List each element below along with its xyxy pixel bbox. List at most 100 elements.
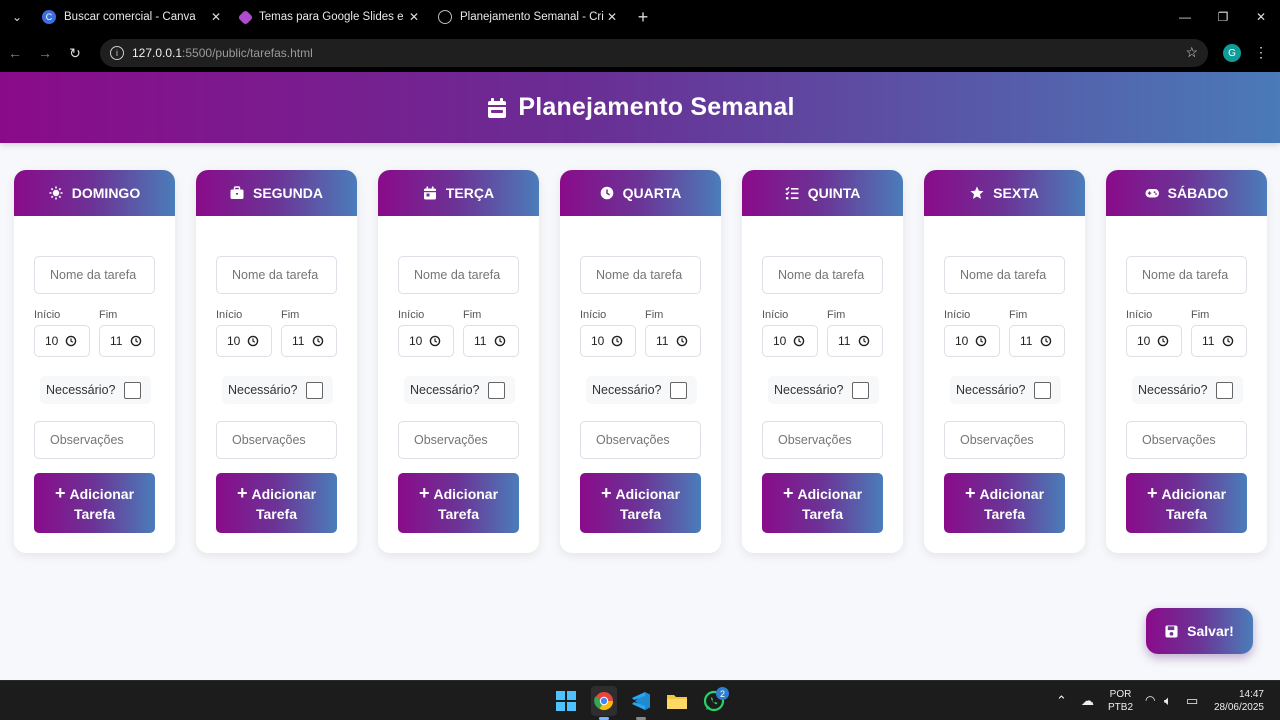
add-task-button[interactable]: + Adicionar Tarefa — [762, 473, 883, 533]
close-tab-icon[interactable]: ✕ — [208, 10, 224, 24]
notes-input[interactable] — [944, 421, 1065, 459]
add-task-button[interactable]: + Adicionar Tarefa — [944, 473, 1065, 533]
vscode-icon[interactable] — [629, 689, 653, 713]
start-time-value: 10 — [227, 334, 241, 348]
chrome-icon[interactable] — [591, 686, 617, 716]
end-time-value: 11 — [1202, 334, 1215, 348]
maximize-icon[interactable]: ❐ — [1204, 0, 1242, 34]
end-time-input[interactable]: 11 — [1191, 325, 1247, 357]
whatsapp-badge: 2 — [716, 687, 729, 700]
address-bar[interactable]: i 127.0.0.1:5500/public/tarefas.html ☆ — [100, 39, 1208, 67]
browser-toolbar: ← → ↻ i 127.0.0.1:5500/public/tarefas.ht… — [0, 34, 1280, 72]
start-time-input[interactable]: 10 — [216, 325, 272, 357]
add-task-button[interactable]: + Adicionar Tarefa — [580, 473, 701, 533]
start-time-input[interactable]: 10 — [762, 325, 818, 357]
input-language[interactable]: POR PTB2 — [1108, 688, 1133, 714]
required-label: Necessário? — [228, 383, 298, 397]
browser-tab-planejamento[interactable]: Planejamento Semanal - Criar T ✕ — [430, 0, 628, 34]
close-tab-icon[interactable]: ✕ — [604, 10, 620, 24]
plus-icon: + — [418, 482, 430, 503]
site-info-icon[interactable]: i — [110, 46, 124, 60]
start-time-input[interactable]: 10 — [1126, 325, 1182, 357]
day-name: QUINTA — [807, 185, 861, 201]
task-name-input[interactable] — [762, 256, 883, 294]
system-clock[interactable]: 14:47 28/06/2025 — [1212, 688, 1264, 714]
volume-icon[interactable]: 🔈︎ — [1164, 693, 1172, 709]
start-time-value: 10 — [45, 334, 59, 348]
minimize-icon[interactable]: — — [1166, 0, 1204, 34]
briefcase-icon — [230, 186, 244, 199]
start-time-input[interactable]: 10 — [580, 325, 636, 357]
add-task-label: Adicionar Tarefa — [251, 485, 317, 522]
day-card-sabado: SÁBADO Início Fim 10 11 Necessário? +Adi… — [1106, 170, 1267, 553]
end-time-input[interactable]: 11 — [645, 325, 701, 357]
task-name-input[interactable] — [944, 256, 1065, 294]
start-time-input[interactable]: 10 — [398, 325, 454, 357]
required-checkbox[interactable] — [124, 381, 142, 399]
clock-icon — [975, 335, 987, 347]
end-time-input[interactable]: 11 — [281, 325, 337, 357]
page-header: Planejamento Semanal — [0, 72, 1280, 143]
task-name-input[interactable] — [580, 256, 701, 294]
close-tab-icon[interactable]: ✕ — [406, 10, 422, 24]
required-checkbox[interactable] — [488, 381, 506, 399]
add-task-button[interactable]: + Adicionar Tarefa — [1126, 473, 1247, 533]
close-window-icon[interactable]: ✕ — [1242, 0, 1280, 34]
end-time-label: Fim — [463, 309, 482, 321]
profile-avatar[interactable]: G — [1223, 44, 1241, 62]
file-explorer-icon[interactable] — [665, 689, 689, 713]
forward-arrow-icon[interactable]: → — [30, 34, 60, 72]
wifi-icon[interactable]: ◠ — [1145, 693, 1155, 707]
day-card-quinta: QUINTA Início Fim 10 11 Necessário? +Adi… — [742, 170, 903, 553]
notes-input[interactable] — [34, 421, 155, 459]
notes-input[interactable] — [1126, 421, 1247, 459]
required-checkbox[interactable] — [670, 381, 688, 399]
required-checkbox[interactable] — [306, 381, 324, 399]
browser-menu-icon[interactable]: ⋮ — [1254, 44, 1268, 62]
day-name: SEGUNDA — [252, 185, 323, 201]
required-checkbox[interactable] — [1034, 381, 1052, 399]
task-name-input[interactable] — [398, 256, 519, 294]
tab-search-chevron-icon[interactable]: ⌄ — [0, 0, 34, 34]
notes-input[interactable] — [762, 421, 883, 459]
new-tab-button[interactable]: + — [628, 0, 658, 34]
end-time-input[interactable]: 11 — [463, 325, 519, 357]
start-time-input[interactable]: 10 — [34, 325, 90, 357]
clock-icon — [312, 335, 324, 347]
start-time-input[interactable]: 10 — [944, 325, 1000, 357]
task-name-input[interactable] — [1126, 256, 1247, 294]
notes-input[interactable] — [580, 421, 701, 459]
back-arrow-icon[interactable]: ← — [0, 34, 30, 72]
end-time-label: Fim — [281, 309, 300, 321]
end-time-input[interactable]: 11 — [827, 325, 883, 357]
save-button[interactable]: Salvar! — [1146, 608, 1253, 654]
list-check-icon — [784, 186, 799, 200]
add-task-button[interactable]: + Adicionar Tarefa — [34, 473, 155, 533]
day-card-domingo: DOMINGO Início Fim 10 11 Necessário? +Ad… — [14, 170, 175, 553]
bookmark-star-icon[interactable]: ☆ — [1185, 44, 1198, 61]
add-task-button[interactable]: + Adicionar Tarefa — [216, 473, 337, 533]
required-toggle: Necessário? — [768, 376, 879, 404]
reload-icon[interactable]: ↻ — [60, 34, 90, 72]
windows-start-icon[interactable] — [554, 689, 578, 713]
task-name-input[interactable] — [216, 256, 337, 294]
tray-chevron-up-icon[interactable]: ⌃ — [1056, 693, 1067, 709]
plus-icon: + — [236, 482, 248, 503]
end-time-input[interactable]: 11 — [99, 325, 155, 357]
battery-icon[interactable]: ▭ — [1186, 693, 1198, 709]
task-name-input[interactable] — [34, 256, 155, 294]
add-task-label: Adicionar Tarefa — [979, 485, 1045, 522]
notes-input[interactable] — [398, 421, 519, 459]
browser-tab-slides-themes[interactable]: Temas para Google Slides e mo ✕ — [232, 0, 430, 34]
day-name: SÁBADO — [1167, 185, 1229, 201]
onedrive-cloud-icon[interactable]: ☁ — [1081, 693, 1094, 709]
end-time-input[interactable]: 11 — [1009, 325, 1065, 357]
add-task-label: Adicionar Tarefa — [797, 485, 863, 522]
browser-tab-canva[interactable]: C Buscar comercial - Canva ✕ — [34, 0, 232, 34]
required-checkbox[interactable] — [1216, 381, 1234, 399]
required-checkbox[interactable] — [852, 381, 870, 399]
add-task-button[interactable]: + Adicionar Tarefa — [398, 473, 519, 533]
notes-input[interactable] — [216, 421, 337, 459]
clock-icon — [247, 335, 259, 347]
add-task-label: Adicionar Tarefa — [615, 485, 681, 522]
